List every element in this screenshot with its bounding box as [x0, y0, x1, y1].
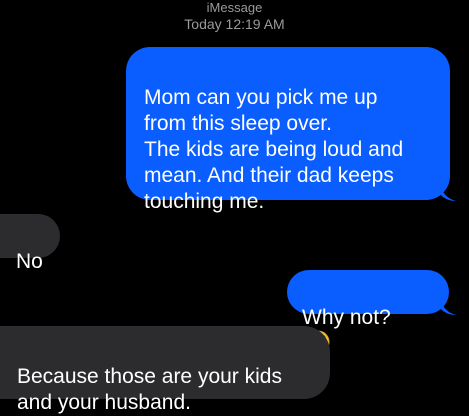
received-message-bubble[interactable]: Because those are your kids and your hus…: [0, 326, 330, 414]
sent-message-bubble[interactable]: Mom can you pick me up from this sleep o…: [126, 47, 450, 213]
message-text: Mom can you pick me up from this sleep o…: [144, 86, 404, 213]
conversation-timestamp: Today 12:19 AM: [184, 16, 285, 32]
message-text: Why not?: [302, 306, 391, 329]
sent-message-bubble[interactable]: Why not?: [287, 270, 449, 354]
service-label: iMessage: [206, 0, 263, 15]
message-text: No: [16, 250, 43, 273]
bubble-tail-icon: [440, 184, 456, 201]
bubble-tail-icon: [440, 298, 456, 315]
received-message-bubble[interactable]: No: [0, 214, 60, 273]
